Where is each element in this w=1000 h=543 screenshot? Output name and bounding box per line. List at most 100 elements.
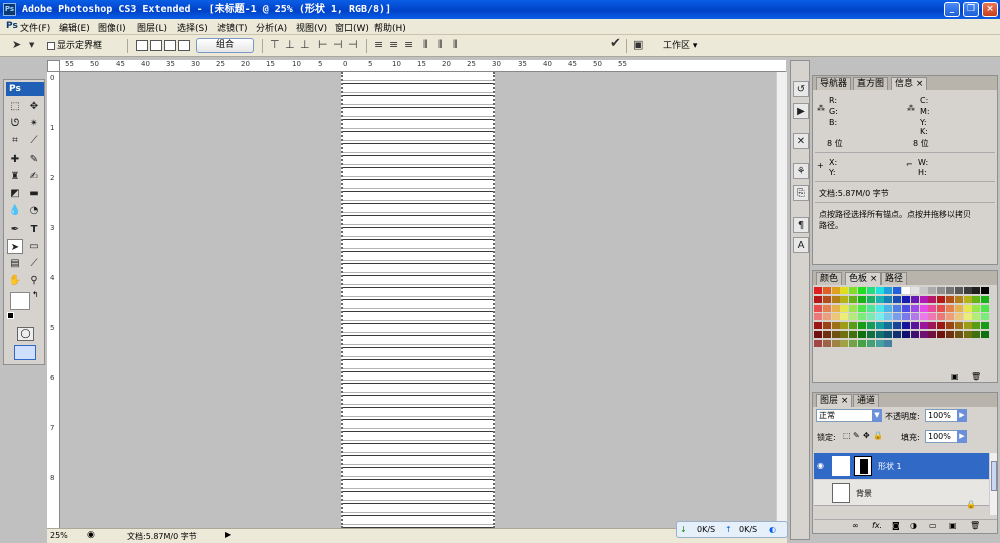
swatch[interactable]	[902, 313, 910, 321]
swatch[interactable]	[875, 287, 884, 294]
swatch[interactable]	[831, 339, 840, 347]
swatch[interactable]	[849, 313, 858, 321]
swatch[interactable]	[849, 304, 858, 312]
swatch[interactable]	[866, 287, 875, 294]
swatch[interactable]	[840, 322, 849, 330]
swatch[interactable]	[946, 313, 954, 321]
swatch[interactable]	[849, 331, 858, 338]
swatch[interactable]	[875, 339, 884, 347]
swatch[interactable]	[910, 295, 919, 303]
distribute-vcenter-icon[interactable]: ≡	[389, 38, 398, 51]
menu-edit[interactable]: 编辑(E)	[59, 21, 90, 34]
swatch[interactable]	[910, 304, 919, 312]
hand-tool-icon[interactable]: ✋	[7, 273, 23, 288]
fill-slider-arrow[interactable]: ▶	[957, 430, 967, 443]
minimize-button[interactable]: _	[944, 2, 960, 17]
swatch[interactable]	[814, 331, 822, 338]
fill-input[interactable]: 100%	[925, 430, 959, 443]
menu-select[interactable]: 选择(S)	[177, 21, 208, 34]
swatch[interactable]	[831, 331, 840, 338]
swatch[interactable]	[928, 313, 937, 321]
swatch[interactable]	[972, 322, 981, 330]
eyedropper-tool-icon[interactable]: ⟋	[26, 256, 42, 271]
swatch[interactable]	[866, 322, 875, 330]
swatch[interactable]	[954, 304, 963, 312]
swatch[interactable]	[937, 304, 946, 312]
swatch[interactable]	[875, 322, 884, 330]
swatch[interactable]	[849, 339, 858, 347]
swatch[interactable]	[831, 295, 840, 303]
visibility-eye-icon[interactable]: ◉	[817, 461, 824, 470]
swatch[interactable]	[884, 304, 893, 312]
quick-mask-icon[interactable]: ◯	[17, 327, 34, 341]
swatch[interactable]	[858, 304, 866, 312]
swatch[interactable]	[902, 322, 910, 330]
swatch[interactable]	[822, 287, 831, 294]
swatch[interactable]	[954, 287, 963, 294]
show-bounds-checkbox[interactable]	[47, 42, 55, 50]
document-canvas[interactable]	[341, 72, 495, 528]
swatch[interactable]	[946, 287, 954, 294]
swatch[interactable]	[902, 295, 910, 303]
chevron-down-icon[interactable]: ▼	[872, 409, 882, 422]
swatch[interactable]	[866, 295, 875, 303]
swatch[interactable]	[919, 287, 928, 294]
swatch[interactable]	[981, 313, 990, 321]
distribute-top-icon[interactable]: ≡	[374, 38, 383, 51]
tab-navigator[interactable]: 导航器	[816, 77, 852, 90]
swatch[interactable]	[858, 313, 866, 321]
menu-analysis[interactable]: 分析(A)	[256, 21, 287, 34]
swatch[interactable]	[946, 295, 954, 303]
lasso-tool-icon[interactable]: ᘎ	[7, 116, 23, 131]
swatch[interactable]	[831, 304, 840, 312]
menu-window[interactable]: 窗口(W)	[335, 21, 369, 34]
swatch[interactable]	[972, 304, 981, 312]
swatch[interactable]	[831, 322, 840, 330]
delete-swatch-icon[interactable]: 🗑	[971, 372, 981, 381]
swatch[interactable]	[972, 331, 981, 338]
swatch[interactable]	[954, 295, 963, 303]
swatch[interactable]	[866, 304, 875, 312]
actions-icon[interactable]: ▶	[793, 103, 809, 119]
eraser-tool-icon[interactable]: ◩	[7, 186, 23, 201]
path-selection-tool-icon[interactable]: ➤	[7, 239, 23, 254]
layers-scrollbar[interactable]	[989, 453, 997, 515]
swatch[interactable]	[937, 331, 946, 338]
swatch[interactable]	[822, 331, 831, 338]
brushes-icon[interactable]: ⚘	[793, 163, 809, 179]
swatch[interactable]	[840, 313, 849, 321]
swatch[interactable]	[840, 287, 849, 294]
swatch[interactable]	[858, 339, 866, 347]
swatch[interactable]	[866, 313, 875, 321]
swatch[interactable]	[963, 331, 972, 338]
menu-layer[interactable]: 图层(L)	[137, 21, 167, 34]
tab-channels[interactable]: 通道	[853, 394, 880, 407]
align-hcenter-icon[interactable]: ⊣	[333, 38, 343, 51]
swatch[interactable]	[884, 295, 893, 303]
swatch[interactable]	[972, 287, 981, 294]
align-top-icon[interactable]: ⊤	[270, 38, 280, 51]
swatch[interactable]	[849, 322, 858, 330]
swatch[interactable]	[858, 331, 866, 338]
zoom-level[interactable]: 25%	[50, 531, 68, 540]
lock-position-icon[interactable]: ✥	[863, 431, 870, 440]
swatch[interactable]	[814, 287, 822, 294]
swatch[interactable]	[954, 331, 963, 338]
restore-button[interactable]: ❐	[963, 2, 979, 17]
tab-swatches[interactable]: 色板 ×	[845, 272, 882, 285]
brush-tool-icon[interactable]: ✎	[26, 152, 42, 167]
lock-pixels-icon[interactable]: ✎	[853, 431, 860, 440]
history-brush-icon[interactable]: ✍	[26, 169, 42, 184]
subtract-shape-icon[interactable]	[150, 40, 162, 51]
tray-icon[interactable]: ◐	[769, 525, 776, 534]
move-tool-icon[interactable]: ✥	[26, 99, 42, 114]
swatch[interactable]	[937, 287, 946, 294]
default-colors-icon[interactable]	[7, 312, 14, 319]
align-vcenter-icon[interactable]: ⊥	[285, 38, 295, 51]
pen-tool-icon[interactable]: ✒	[7, 222, 23, 237]
swatch[interactable]	[893, 331, 902, 338]
menu-file[interactable]: 文件(F)	[20, 21, 50, 34]
swatch[interactable]	[893, 287, 902, 294]
tool-preset-icon[interactable]: ▣	[633, 38, 643, 51]
swatch[interactable]	[946, 331, 954, 338]
